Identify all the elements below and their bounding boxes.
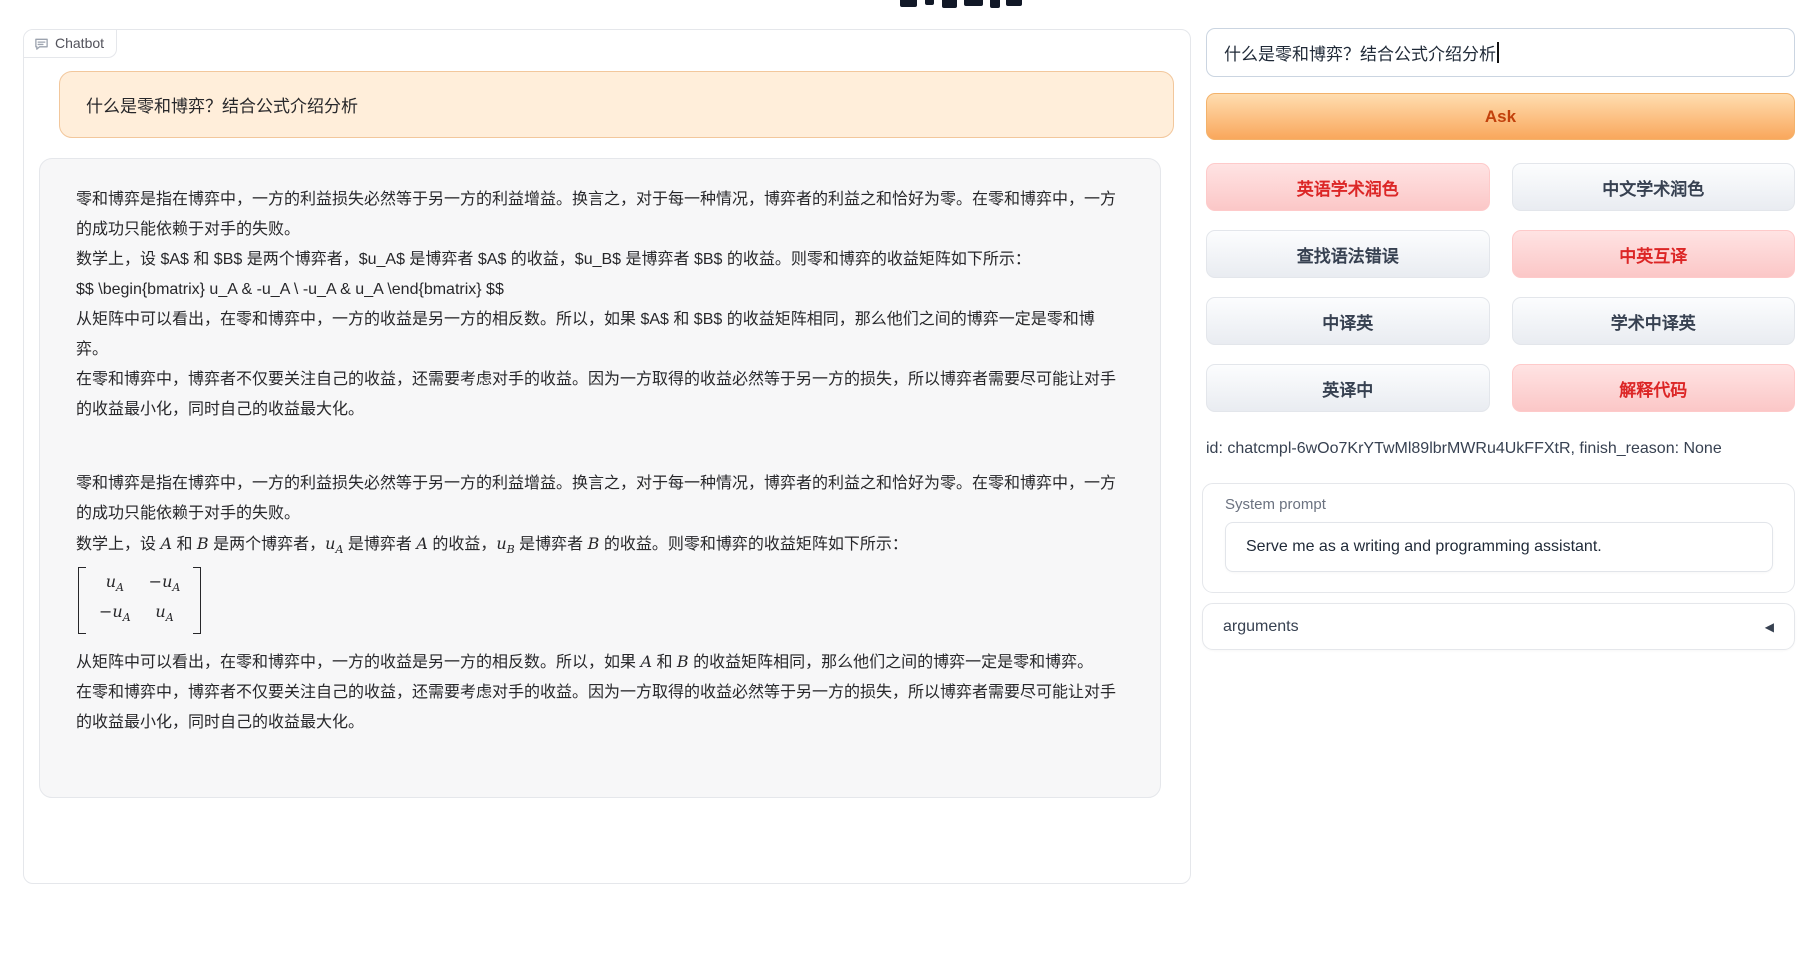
btn-zh-to-en[interactable]: 中译英 [1206,297,1490,345]
chat-bubble-icon [34,36,49,51]
rendered-math-sentence: 数学上，设 A 和 B 是两个博弈者，uA 是博弈者 A 的收益，uB 是博弈者… [76,529,1124,565]
prompt-input-value: 什么是零和博弈？结合公式介绍分析 [1224,40,1496,65]
btn-en-to-zh[interactable]: 英译中 [1206,364,1490,412]
system-prompt-label: System prompt [1225,496,1772,513]
accordion-collapse-arrow-icon: ◀ [1765,620,1774,634]
rendered-paragraph-4: 在零和博弈中，博弈者不仅要关注自己的收益，还需要考虑对手的收益。因为一方取得的收… [76,678,1124,738]
rendered-paragraph-3: 从矩阵中可以看出，在零和博弈中，一方的收益是另一方的相反数。所以，如果 A 和 … [76,647,1124,678]
chatbot-panel: Chatbot 什么是零和博弈？结合公式介绍分析 零和博弈是指在博弈中，一方的利… [23,29,1191,884]
system-prompt-panel: System prompt Serve me as a writing and … [1202,483,1795,593]
bot-raw-text: 零和博弈是指在博弈中，一方的利益损失必然等于另一方的利益增益。换言之，对于每一种… [76,185,1124,425]
btn-explain-code[interactable]: 解释代码 [1512,364,1796,412]
text-caret [1497,42,1499,63]
arguments-accordion[interactable]: arguments ◀ [1202,603,1795,650]
completion-status-line: id: chatcmpl-6wOo7KrYTwMl89lbrMWRu4UkFFX… [1206,440,1795,458]
system-prompt-input[interactable]: Serve me as a writing and programming as… [1225,522,1773,572]
btn-english-academic-polish[interactable]: 英语学术润色 [1206,163,1490,211]
rendered-paragraph-1: 零和博弈是指在博弈中，一方的利益损失必然等于另一方的利益增益。换言之，对于每一种… [76,469,1124,529]
user-message-text: 什么是零和博弈？结合公式介绍分析 [86,92,358,117]
btn-academic-zh-to-en[interactable]: 学术中译英 [1512,297,1796,345]
app-title-clipped [898,0,1028,10]
matrix-cell: −uA [140,570,190,600]
matrix-cell: uA [140,600,190,630]
matrix-cell: −uA [90,600,140,630]
quick-action-grid: 英语学术润色 中文学术润色 查找语法错误 中英互译 中译英 学术中译英 英译中 … [1206,163,1795,412]
matrix-cell: uA [90,570,140,600]
prompt-input[interactable]: 什么是零和博弈？结合公式介绍分析 [1206,28,1795,77]
ask-button[interactable]: Ask [1206,93,1795,140]
payoff-matrix: uA −uA −uA uA [78,567,201,633]
chatbot-label: Chatbot [24,30,117,58]
chatbot-label-text: Chatbot [55,35,104,51]
btn-find-grammar-errors[interactable]: 查找语法错误 [1206,230,1490,278]
btn-zh-en-mutual-translate[interactable]: 中英互译 [1512,230,1796,278]
bot-rendered-text: 零和博弈是指在博弈中，一方的利益损失必然等于另一方的利益增益。换言之，对于每一种… [76,469,1124,738]
arguments-accordion-label: arguments [1223,618,1299,636]
bot-message-bubble: 零和博弈是指在博弈中，一方的利益损失必然等于另一方的利益增益。换言之，对于每一种… [39,158,1161,798]
btn-chinese-academic-polish[interactable]: 中文学术润色 [1512,163,1796,211]
user-message-bubble: 什么是零和博弈？结合公式介绍分析 [59,71,1174,138]
